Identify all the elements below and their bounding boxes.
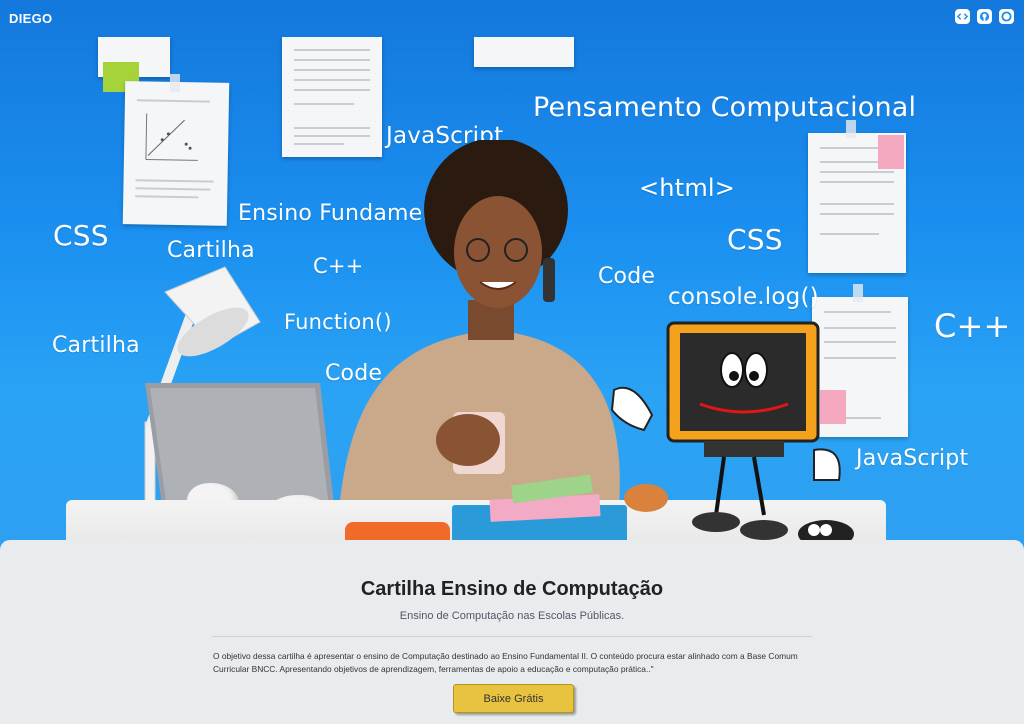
hero-word: C++ <box>934 307 1011 345</box>
page-subtitle: Ensino de Computação nas Escolas Pública… <box>399 610 625 622</box>
divider <box>212 636 812 637</box>
github-icon[interactable] <box>977 9 992 24</box>
tape <box>170 74 180 92</box>
hero-word: console.log() <box>668 284 819 310</box>
wall-paper-table <box>282 37 382 157</box>
page-title: Cartilha Ensino de Computação <box>360 578 664 600</box>
download-button[interactable]: Baixe Grátis <box>453 684 574 713</box>
sticky-note <box>878 135 904 169</box>
hero-word: CSS <box>727 223 783 256</box>
hero-word: CSS <box>53 219 109 252</box>
wall-paper-graph <box>122 81 230 226</box>
monitor-mascot-illustration <box>610 321 854 548</box>
hero-word: Pensamento Computacional <box>533 92 917 123</box>
circle-logo-icon[interactable] <box>999 9 1014 24</box>
tape <box>853 284 863 302</box>
hero-word: Cartilha <box>167 238 255 263</box>
wall-paper <box>474 37 574 67</box>
description-text: O objetivo dessa cartilha é apresentar o… <box>213 651 798 674</box>
hero-word: <html> <box>639 174 736 202</box>
hero-word: JavaScript <box>856 446 969 471</box>
header-social-links <box>955 9 1014 24</box>
code-icon[interactable] <box>955 9 970 24</box>
hero-banner: Pensamento Computacional JavaScript <htm… <box>0 0 1024 565</box>
woman-illustration <box>338 140 620 520</box>
brand-logo[interactable]: DIEGO <box>9 11 52 26</box>
